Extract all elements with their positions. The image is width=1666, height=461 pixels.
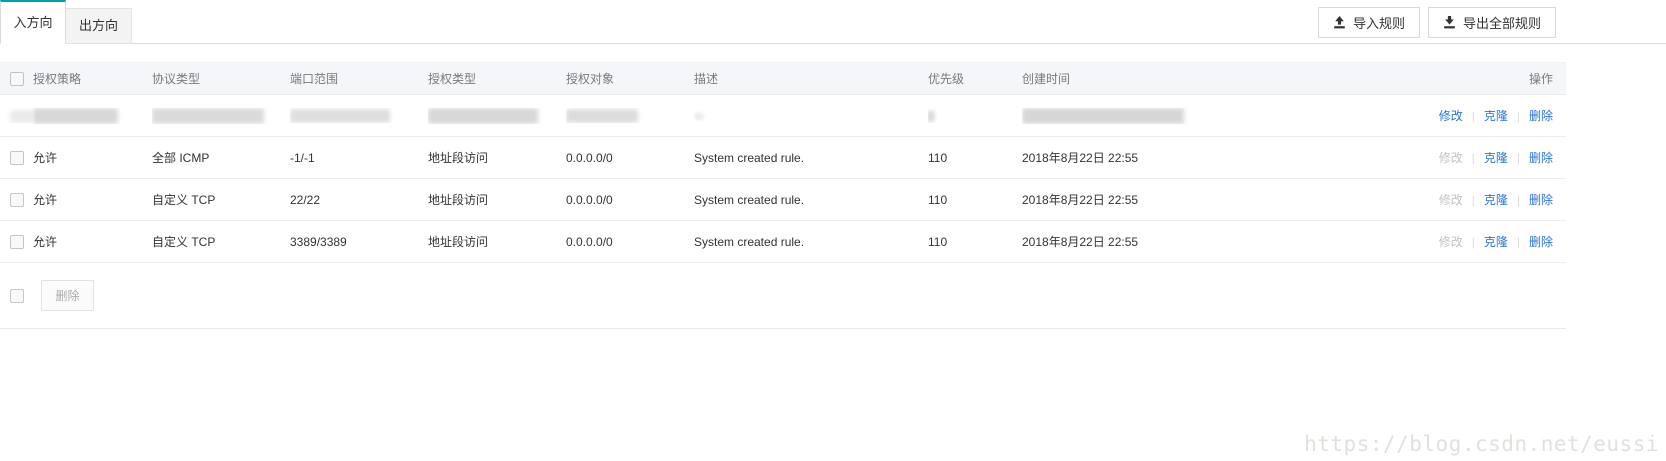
cell-description: System created rule. xyxy=(694,193,928,207)
col-created: 创建时间 xyxy=(1022,70,1262,87)
col-protocol: 协议类型 xyxy=(152,70,290,87)
col-port-range: 端口范围 xyxy=(290,70,428,87)
watermark: https://blog.csdn.net/eussi xyxy=(1304,432,1659,456)
export-all-rules-button[interactable]: 导出全部规则 xyxy=(1428,7,1556,38)
select-all-checkbox[interactable] xyxy=(10,72,24,86)
redacted-policy xyxy=(33,108,118,124)
action-separator: | xyxy=(1472,109,1475,123)
redacted-description xyxy=(694,114,704,119)
row-checkbox[interactable] xyxy=(10,193,24,207)
redacted-checkbox xyxy=(10,110,33,123)
cell-protocol: 自定义 TCP xyxy=(152,233,290,250)
col-policy: 授权策略 xyxy=(33,70,152,87)
delete-link[interactable]: 删除 xyxy=(1529,151,1553,165)
modify-link-disabled: 修改 xyxy=(1439,235,1463,249)
footer-select-checkbox[interactable] xyxy=(10,289,24,303)
action-separator: | xyxy=(1517,235,1520,249)
cell-auth-object: 0.0.0.0/0 xyxy=(566,193,694,207)
upload-icon xyxy=(1333,16,1346,29)
redacted-auth-object xyxy=(566,109,638,123)
row-checkbox[interactable] xyxy=(10,235,24,249)
modify-link-disabled: 修改 xyxy=(1439,193,1463,207)
import-rules-label: 导入规则 xyxy=(1353,13,1405,32)
tab-inbound[interactable]: 入方向 xyxy=(0,0,66,44)
clone-link[interactable]: 克隆 xyxy=(1484,151,1508,165)
delete-link[interactable]: 删除 xyxy=(1529,109,1553,123)
redacted-created xyxy=(1022,108,1184,124)
redacted-auth-type xyxy=(428,108,538,124)
action-separator: | xyxy=(1517,151,1520,165)
export-all-rules-label: 导出全部规则 xyxy=(1463,13,1541,32)
cell-auth-type: 地址段访问 xyxy=(428,191,566,208)
col-description: 描述 xyxy=(694,70,928,87)
delete-link[interactable]: 删除 xyxy=(1529,235,1553,249)
col-auth-object: 授权对象 xyxy=(566,70,694,87)
action-separator: | xyxy=(1472,151,1475,165)
download-icon xyxy=(1443,16,1456,29)
redacted-port-range xyxy=(290,109,390,123)
cell-auth-object: 0.0.0.0/0 xyxy=(566,235,694,249)
table-row: 允许 全部 ICMP -1/-1 地址段访问 0.0.0.0/0 System … xyxy=(0,137,1566,179)
cell-protocol: 全部 ICMP xyxy=(152,149,290,166)
redacted-protocol xyxy=(152,108,264,124)
toolbar: 导入规则 导出全部规则 xyxy=(1318,7,1556,38)
modify-link-disabled: 修改 xyxy=(1439,151,1463,165)
cell-description: System created rule. xyxy=(694,235,928,249)
cell-protocol: 自定义 TCP xyxy=(152,191,290,208)
cell-created: 2018年8月22日 22:55 xyxy=(1022,233,1262,250)
batch-delete-button[interactable]: 删除 xyxy=(41,280,94,311)
table-header: 授权策略 协议类型 端口范围 授权类型 授权对象 描述 优先级 创建时间 操作 xyxy=(0,62,1566,95)
action-separator: | xyxy=(1472,193,1475,207)
tab-outbound[interactable]: 出方向 xyxy=(66,8,132,44)
cell-policy: 允许 xyxy=(33,233,152,250)
cell-auth-type: 地址段访问 xyxy=(428,233,566,250)
col-priority: 优先级 xyxy=(928,70,1022,87)
redacted-priority xyxy=(928,111,934,122)
action-separator: | xyxy=(1472,235,1475,249)
cell-priority: 110 xyxy=(928,235,1022,249)
row-checkbox[interactable] xyxy=(10,151,24,165)
import-rules-button[interactable]: 导入规则 xyxy=(1318,7,1420,38)
col-auth-type: 授权类型 xyxy=(428,70,566,87)
cell-auth-type: 地址段访问 xyxy=(428,149,566,166)
table-row-redacted: 修改 | 克隆 | 删除 xyxy=(0,95,1566,137)
cell-policy: 允许 xyxy=(33,191,152,208)
clone-link[interactable]: 克隆 xyxy=(1484,109,1508,123)
cell-policy: 允许 xyxy=(33,149,152,166)
modify-link[interactable]: 修改 xyxy=(1439,109,1463,123)
cell-description: System created rule. xyxy=(694,151,928,165)
cell-created: 2018年8月22日 22:55 xyxy=(1022,191,1262,208)
cell-port-range: -1/-1 xyxy=(290,151,428,165)
clone-link[interactable]: 克隆 xyxy=(1484,193,1508,207)
tab-bar: 入方向 出方向 导入规则 导出全部规则 xyxy=(0,0,1666,44)
action-separator: | xyxy=(1517,193,1520,207)
cell-port-range: 3389/3389 xyxy=(290,235,428,249)
cell-priority: 110 xyxy=(928,151,1022,165)
col-actions: 操作 xyxy=(1262,70,1566,87)
table-row: 允许 自定义 TCP 22/22 地址段访问 0.0.0.0/0 System … xyxy=(0,179,1566,221)
cell-created: 2018年8月22日 22:55 xyxy=(1022,149,1262,166)
clone-link[interactable]: 克隆 xyxy=(1484,235,1508,249)
cell-auth-object: 0.0.0.0/0 xyxy=(566,151,694,165)
tab-outbound-label: 出方向 xyxy=(79,18,118,33)
action-separator: | xyxy=(1517,109,1520,123)
cell-priority: 110 xyxy=(928,193,1022,207)
cell-port-range: 22/22 xyxy=(290,193,428,207)
tab-inbound-label: 入方向 xyxy=(13,15,52,30)
table-row: 允许 自定义 TCP 3389/3389 地址段访问 0.0.0.0/0 Sys… xyxy=(0,221,1566,263)
rules-table: 授权策略 协议类型 端口范围 授权类型 授权对象 描述 优先级 创建时间 操作 … xyxy=(0,62,1566,329)
delete-link[interactable]: 删除 xyxy=(1529,193,1553,207)
table-footer: 删除 xyxy=(0,263,1566,329)
